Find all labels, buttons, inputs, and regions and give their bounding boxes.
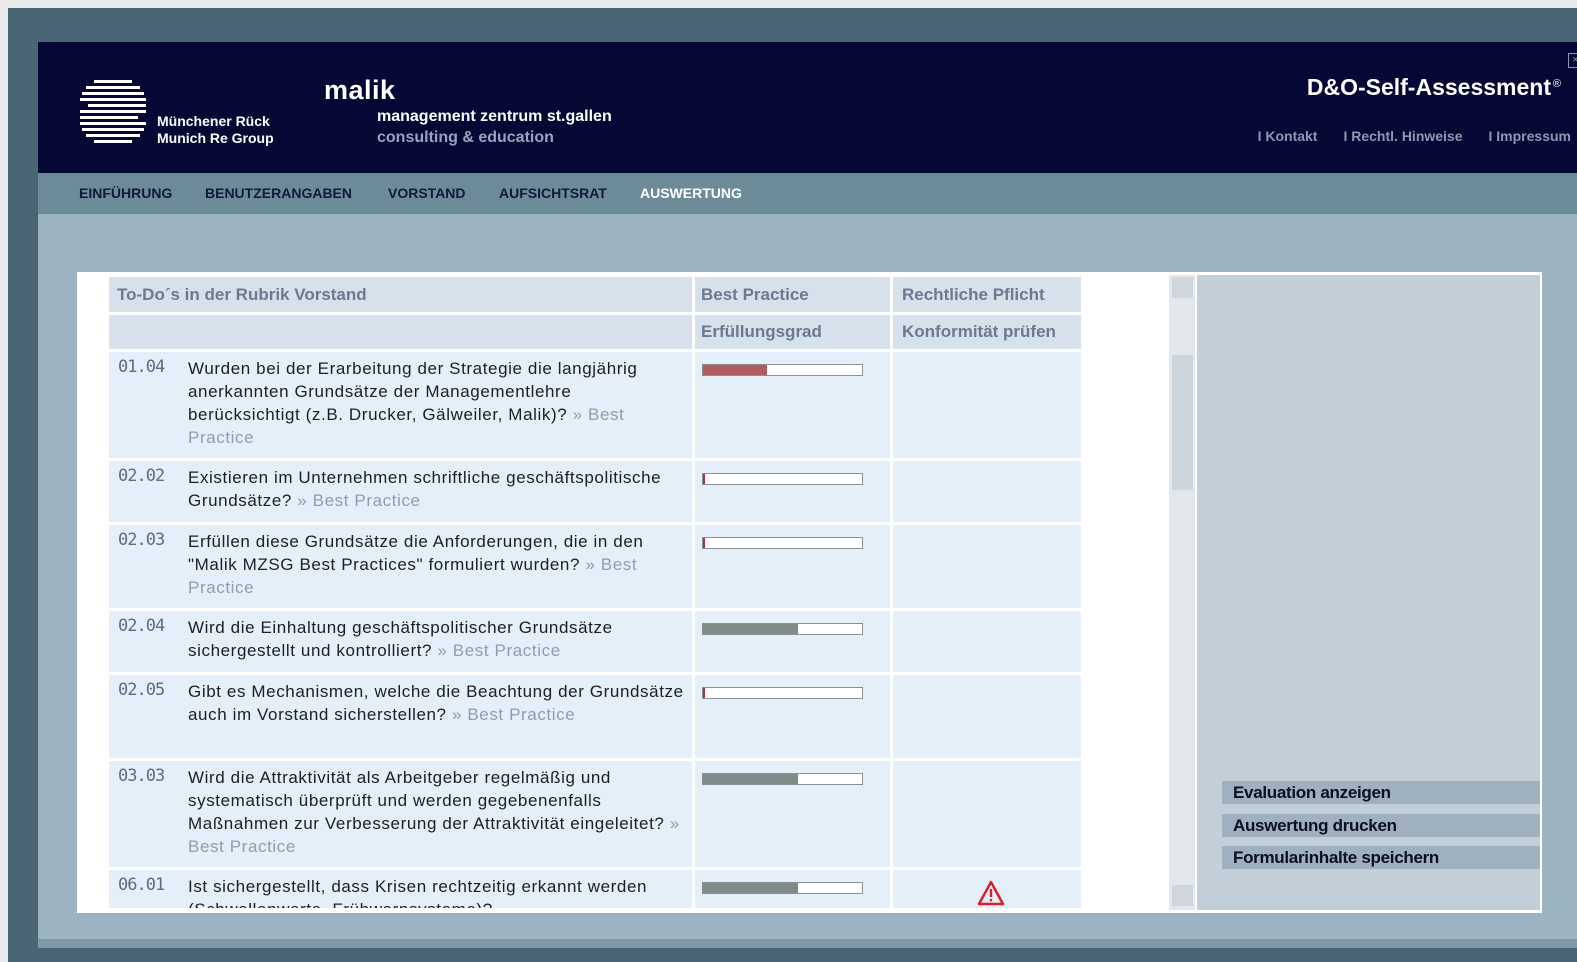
table-row: 02.02 Existieren im Unternehmen schriftli… xyxy=(109,461,1081,522)
tab-vorstand[interactable]: VORSTAND xyxy=(388,185,466,201)
table-header-row: To-Do´s in der Rubrik Vorstand Best Prac… xyxy=(109,277,1081,312)
app-title: D&O-Self-Assessment xyxy=(1306,74,1551,100)
progress-fill xyxy=(703,365,767,375)
table-row: 02.04 Wird die Einhaltung geschäftspoliti… xyxy=(109,611,1081,672)
row-number: 03.03 xyxy=(118,766,165,786)
todo-table: To-Do´s in der Rubrik Vorstand Best Prac… xyxy=(109,277,1081,908)
warning-icon[interactable] xyxy=(977,880,1005,906)
scroll-down-icon[interactable] xyxy=(1172,885,1193,906)
tab-auswertung[interactable]: AUSWERTUNG xyxy=(640,185,742,201)
question-text: Ist sichergestellt, dass Krisen rechtzei… xyxy=(188,875,688,908)
progress-fill xyxy=(703,474,705,484)
tab-aufsichtsrat[interactable]: AUFSICHTSRAT xyxy=(499,185,607,201)
question-label: Gibt es Mechanismen, welche die Beachtun… xyxy=(188,682,684,724)
progress-fill xyxy=(703,538,705,548)
question-text: Erfüllen diese Grundsätze die Anforderun… xyxy=(188,530,688,599)
top-links: I Kontakt I Rechtl. Hinweise I Impressum xyxy=(1258,128,1571,144)
col-subheader-erfuellungsgrad: Erfüllungsgrad xyxy=(701,322,822,341)
best-practice-link[interactable]: » Best Practice xyxy=(452,705,575,724)
progress-fill xyxy=(703,688,705,698)
table-row: 02.05 Gibt es Mechanismen, welche die Bea… xyxy=(109,675,1081,758)
row-number: 02.03 xyxy=(118,530,165,550)
progress-bar xyxy=(702,364,863,376)
progress-bar xyxy=(702,623,863,635)
scroll-thumb[interactable] xyxy=(1172,355,1193,490)
progress-bar xyxy=(702,882,863,894)
close-icon[interactable]: × xyxy=(1568,53,1577,68)
app-window: Münchener Rück Munich Re Group malik man… xyxy=(38,42,1577,948)
question-text: Wird die Attraktivität als Arbeitgeber r… xyxy=(188,766,688,858)
row-number: 06.01 xyxy=(118,875,165,895)
table-row: 03.03 Wird die Attraktivität als Arbeitge… xyxy=(109,761,1081,867)
formularinhalte-speichern-button[interactable]: Formularinhalte speichern xyxy=(1222,846,1540,869)
progress-bar xyxy=(702,473,863,485)
link-impressum[interactable]: I Impressum xyxy=(1489,128,1571,144)
munich-re-logo-icon xyxy=(80,80,146,144)
progress-bar xyxy=(702,687,863,699)
evaluation-anzeigen-button[interactable]: Evaluation anzeigen xyxy=(1222,781,1540,804)
brand-line-2: Munich Re Group xyxy=(157,130,274,146)
question-text: Existieren im Unternehmen schriftliche g… xyxy=(188,466,688,512)
col-subheader-konformitaet: Konformität prüfen xyxy=(902,322,1056,341)
auswertung-drucken-button[interactable]: Auswertung drucken xyxy=(1222,814,1540,837)
table-row: 01.04 Wurden bei der Erarbeitung der Stra… xyxy=(109,352,1081,458)
vertical-scrollbar[interactable] xyxy=(1169,275,1195,910)
question-label: Ist sichergestellt, dass Krisen rechtzei… xyxy=(188,877,648,908)
question-label: Existieren im Unternehmen schriftliche g… xyxy=(188,468,662,510)
question-label: Wurden bei der Erarbeitung der Strategie… xyxy=(188,359,638,424)
progress-fill xyxy=(703,774,799,784)
scroll-up-icon[interactable] xyxy=(1172,277,1193,298)
progress-bar xyxy=(702,773,863,785)
munich-re-brand: Münchener Rück Munich Re Group xyxy=(157,113,274,147)
header: Münchener Rück Munich Re Group malik man… xyxy=(38,42,1577,173)
tab-einfuehrung[interactable]: EINFÜHRUNG xyxy=(79,185,172,201)
best-practice-link[interactable]: » Best Practice xyxy=(437,641,560,660)
question-label: Erfüllen diese Grundsätze die Anforderun… xyxy=(188,532,644,574)
main-nav: EINFÜHRUNG BENUTZERANGABEN VORSTAND AUFS… xyxy=(38,173,1577,214)
evaluation-panel: To-Do´s in der Rubrik Vorstand Best Prac… xyxy=(77,272,1542,913)
col-header-best-practice: Best Practice xyxy=(701,285,809,304)
bottom-band xyxy=(38,939,1577,948)
question-text: Gibt es Mechanismen, welche die Beachtun… xyxy=(188,680,688,726)
col-header-rechtliche-pflicht: Rechtliche Pflicht xyxy=(902,285,1045,304)
row-number: 01.04 xyxy=(118,357,165,377)
mz-name: management zentrum st.gallen xyxy=(377,108,612,125)
question-label: Wird die Attraktivität als Arbeitgeber r… xyxy=(188,768,665,833)
best-practice-link[interactable]: » Best Practice xyxy=(297,491,420,510)
malik-logo: malik xyxy=(324,75,396,105)
table-row: 06.01 Ist sichergestellt, dass Krisen rec… xyxy=(109,870,1081,908)
registered-mark: ® xyxy=(1552,78,1561,90)
table-subheader-row: Erfüllungsgrad Konformität prüfen xyxy=(109,315,1081,349)
link-kontakt[interactable]: I Kontakt xyxy=(1258,128,1318,144)
row-number: 02.05 xyxy=(118,680,165,700)
brand-line-1: Münchener Rück xyxy=(157,113,270,129)
tab-benutzerangaben[interactable]: BENUTZERANGABEN xyxy=(205,185,352,201)
question-text: Wurden bei der Erarbeitung der Strategie… xyxy=(188,357,688,449)
progress-fill xyxy=(703,883,799,893)
link-rechtl-hinweise[interactable]: I Rechtl. Hinweise xyxy=(1343,128,1462,144)
mz-tagline: consulting & education xyxy=(377,129,554,146)
row-number: 02.02 xyxy=(118,466,165,486)
row-number: 02.04 xyxy=(118,616,165,636)
table-row: 02.03 Erfüllen diese Grundsätze die Anfor… xyxy=(109,525,1081,608)
progress-bar xyxy=(702,537,863,549)
question-text: Wird die Einhaltung geschäftspolitischer… xyxy=(188,616,688,662)
col-header-todos: To-Do´s in der Rubrik Vorstand xyxy=(117,285,367,304)
progress-fill xyxy=(703,624,799,634)
action-sidebar: Evaluation anzeigen Auswertung drucken F… xyxy=(1197,275,1540,910)
window-frame: Münchener Rück Munich Re Group malik man… xyxy=(8,8,1577,962)
